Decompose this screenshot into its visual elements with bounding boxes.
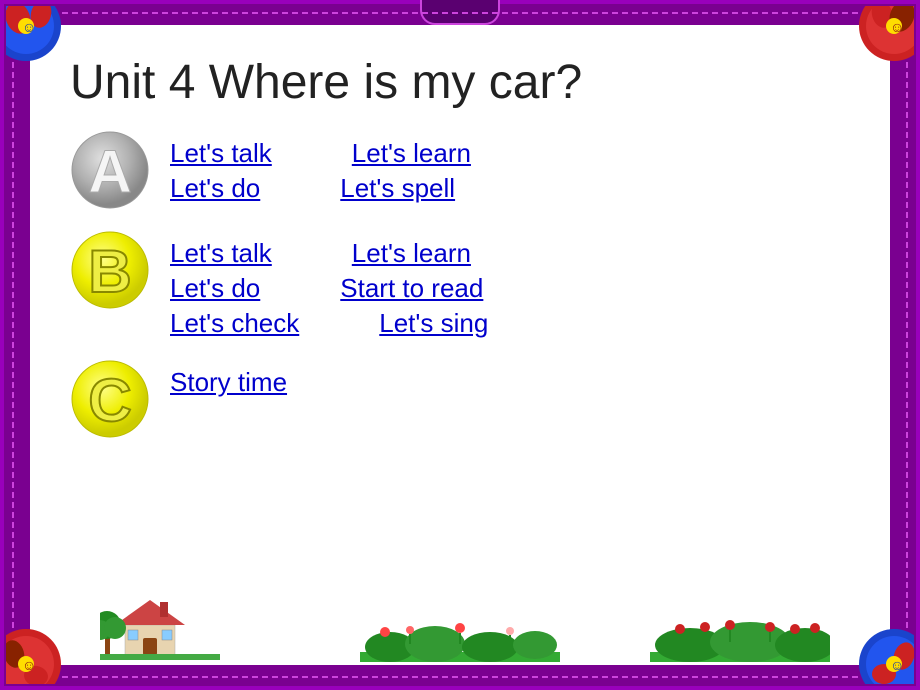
link-b-lets-talk[interactable]: Let's talk	[170, 238, 272, 269]
corner-decoration-tl: ☺	[6, 6, 96, 96]
content-area: A Let's talk Let's learn Let's do Let's …	[70, 130, 850, 645]
corner-decoration-bl: ☺	[6, 594, 96, 684]
link-a-lets-talk[interactable]: Let's talk	[170, 138, 272, 169]
section-a-row1: Let's talk Let's learn	[170, 138, 471, 169]
svg-text:☺: ☺	[22, 657, 36, 673]
svg-text:A: A	[88, 138, 131, 205]
outer-frame: ☺ ☺ ☺ ☺	[0, 0, 920, 690]
link-b-lets-learn[interactable]: Let's learn	[352, 238, 471, 269]
link-b-lets-sing[interactable]: Let's sing	[379, 308, 488, 339]
inner-page: Unit 4 Where is my car? A	[30, 25, 890, 665]
letter-c-badge: C	[70, 359, 150, 439]
section-b-links: Let's talk Let's learn Let's do Start to…	[170, 230, 488, 339]
section-b-row2: Let's do Start to read	[170, 273, 488, 304]
plant-decoration-right	[650, 597, 830, 662]
section-a: A Let's talk Let's learn Let's do Let's …	[70, 130, 850, 210]
plant-decoration-center	[360, 602, 560, 662]
section-b-row3: Let's check Let's sing	[170, 308, 488, 339]
section-a-links: Let's talk Let's learn Let's do Let's sp…	[170, 130, 471, 204]
svg-text:☺: ☺	[890, 19, 904, 35]
book-spine	[420, 0, 500, 25]
section-c-row1: Story time	[170, 367, 287, 398]
letter-b-badge: B	[70, 230, 150, 310]
section-a-row2: Let's do Let's spell	[170, 173, 471, 204]
link-c-story-time[interactable]: Story time	[170, 367, 287, 398]
corner-decoration-br: ☺	[824, 594, 914, 684]
link-a-lets-do[interactable]: Let's do	[170, 173, 260, 204]
link-a-lets-spell[interactable]: Let's spell	[340, 173, 455, 204]
bottom-scene	[30, 585, 890, 665]
section-c-links: Story time	[170, 359, 287, 398]
corner-decoration-tr: ☺	[824, 6, 914, 96]
link-b-start-to-read[interactable]: Start to read	[340, 273, 483, 304]
section-b: B Let's talk Let's learn Let's do Start …	[70, 230, 850, 339]
svg-text:B: B	[88, 238, 131, 305]
page-title: Unit 4 Where is my car?	[70, 55, 850, 110]
svg-text:C: C	[88, 367, 131, 434]
svg-text:☺: ☺	[22, 19, 36, 35]
section-b-row1: Let's talk Let's learn	[170, 238, 488, 269]
letter-a-badge: A	[70, 130, 150, 210]
link-a-lets-learn[interactable]: Let's learn	[352, 138, 471, 169]
section-c: C Story time	[70, 359, 850, 439]
svg-text:☺: ☺	[890, 657, 904, 673]
link-b-lets-check[interactable]: Let's check	[170, 308, 299, 339]
link-b-lets-do[interactable]: Let's do	[170, 273, 260, 304]
house-decoration	[100, 590, 220, 660]
